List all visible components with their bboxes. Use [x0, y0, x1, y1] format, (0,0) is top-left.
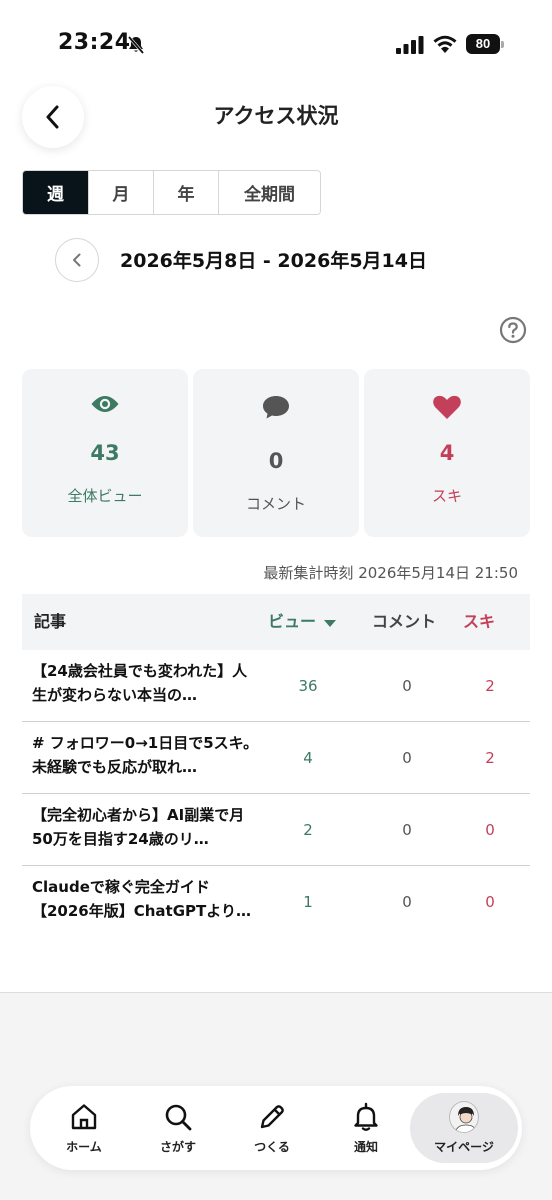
- comments-card: 0 コメント: [193, 369, 359, 537]
- table-row[interactable]: Claudeで稼ぐ完全ガイド【2026年版】ChatGPTより… 1 0 0: [22, 866, 530, 938]
- table-header: 記事 ビュー コメント スキ: [22, 594, 530, 650]
- pencil-icon: [260, 1104, 284, 1128]
- article-views: 2: [303, 821, 313, 839]
- nav-home[interactable]: ホーム: [38, 1086, 130, 1170]
- tab-all-time[interactable]: 全期間: [218, 171, 320, 214]
- comments-value: 0: [268, 449, 284, 473]
- last-updated-text: 最新集計時刻 2026年5月14日 21:50: [263, 564, 518, 582]
- comments-label: コメント: [245, 495, 306, 513]
- avatar-icon: [449, 1100, 479, 1133]
- article-title[interactable]: 【24歳会社員でも変われた】人生が変わらない本当の…: [32, 659, 260, 711]
- likes-card: 4 スキ: [364, 369, 530, 537]
- likes-value: 4: [439, 441, 455, 465]
- help-icon[interactable]: [499, 316, 527, 344]
- battery-level: 80: [466, 34, 500, 54]
- nav-create-label: つくる: [254, 1139, 290, 1154]
- article-comments: 0: [402, 677, 412, 695]
- article-likes: 0: [485, 893, 495, 911]
- article-likes: 0: [485, 821, 495, 839]
- views-label: 全体ビュー: [67, 487, 143, 505]
- home-icon: [71, 1103, 97, 1129]
- tab-week[interactable]: 週: [23, 171, 88, 214]
- previous-period-button[interactable]: [55, 238, 99, 282]
- eye-icon: [91, 396, 119, 412]
- articles-table: 記事 ビュー コメント スキ 【24歳会社員でも変われた】人生が変わらない本当の…: [22, 594, 530, 938]
- chevron-left-icon: [73, 253, 81, 267]
- article-comments: 0: [402, 893, 412, 911]
- nav-search[interactable]: さがす: [132, 1086, 224, 1170]
- article-comments: 0: [402, 749, 412, 767]
- tab-month[interactable]: 月: [88, 171, 153, 214]
- bell-icon: [354, 1102, 378, 1131]
- avatar-illustration: [454, 1106, 478, 1132]
- views-card: 43 全体ビュー: [22, 369, 188, 537]
- nav-search-label: さがす: [159, 1139, 196, 1154]
- article-likes: 2: [485, 677, 495, 695]
- column-header-comments[interactable]: コメント: [372, 594, 436, 650]
- period-tabs: 週 月 年 全期間: [22, 170, 321, 215]
- wifi-icon: [433, 35, 457, 53]
- table-row[interactable]: 【完全初心者から】AI副業で月50万を目指す24歳のリ… 2 0 0: [22, 794, 530, 866]
- table-row[interactable]: 【24歳会社員でも変われた】人生が変わらない本当の… 36 0 2: [22, 650, 530, 722]
- article-views: 1: [303, 893, 313, 911]
- cellular-signal-icon: [396, 36, 424, 54]
- battery-tip: [501, 41, 504, 48]
- bottom-navigation: ホーム さがす つくる 通知 マイページ: [30, 1086, 522, 1170]
- nav-mypage[interactable]: マイページ: [410, 1093, 518, 1163]
- table-row[interactable]: # フォロワー0→1日目で5スキ。未経験でも反応が取れ… 4 0 2: [22, 722, 530, 794]
- article-title[interactable]: Claudeで稼ぐ完全ガイド【2026年版】ChatGPTより…: [32, 875, 260, 927]
- tab-year[interactable]: 年: [153, 171, 218, 214]
- bell-slash-icon: [127, 36, 145, 54]
- comment-icon: [263, 396, 289, 419]
- column-header-views-label: ビュー: [268, 612, 317, 631]
- nav-home-label: ホーム: [66, 1139, 102, 1154]
- nav-notifications[interactable]: 通知: [320, 1086, 412, 1170]
- article-comments: 0: [402, 821, 412, 839]
- search-icon: [165, 1104, 192, 1130]
- article-likes: 2: [485, 749, 495, 767]
- status-time: 23:24: [58, 30, 131, 55]
- nav-mypage-label: マイページ: [434, 1139, 494, 1154]
- article-title[interactable]: 【完全初心者から】AI副業で月50万を目指す24歳のリ…: [32, 803, 260, 855]
- date-range: 2026年5月8日 - 2026年5月14日: [120, 250, 427, 272]
- sort-desc-icon: [324, 619, 337, 627]
- views-value: 43: [90, 441, 120, 465]
- status-bar: 23:24 80: [0, 0, 552, 90]
- likes-label: スキ: [431, 487, 462, 505]
- nav-notifications-label: 通知: [353, 1139, 378, 1154]
- column-header-views[interactable]: ビュー: [268, 594, 337, 650]
- battery-indicator: 80: [466, 34, 504, 54]
- column-header-article: 記事: [34, 612, 67, 631]
- column-header-likes[interactable]: スキ: [463, 594, 495, 650]
- article-title[interactable]: # フォロワー0→1日目で5スキ。未経験でも反応が取れ…: [32, 731, 260, 783]
- article-views: 4: [303, 749, 313, 767]
- heart-icon: [433, 395, 461, 419]
- page-title: アクセス状況: [213, 104, 339, 128]
- article-views: 36: [298, 677, 318, 695]
- nav-create[interactable]: つくる: [226, 1086, 318, 1170]
